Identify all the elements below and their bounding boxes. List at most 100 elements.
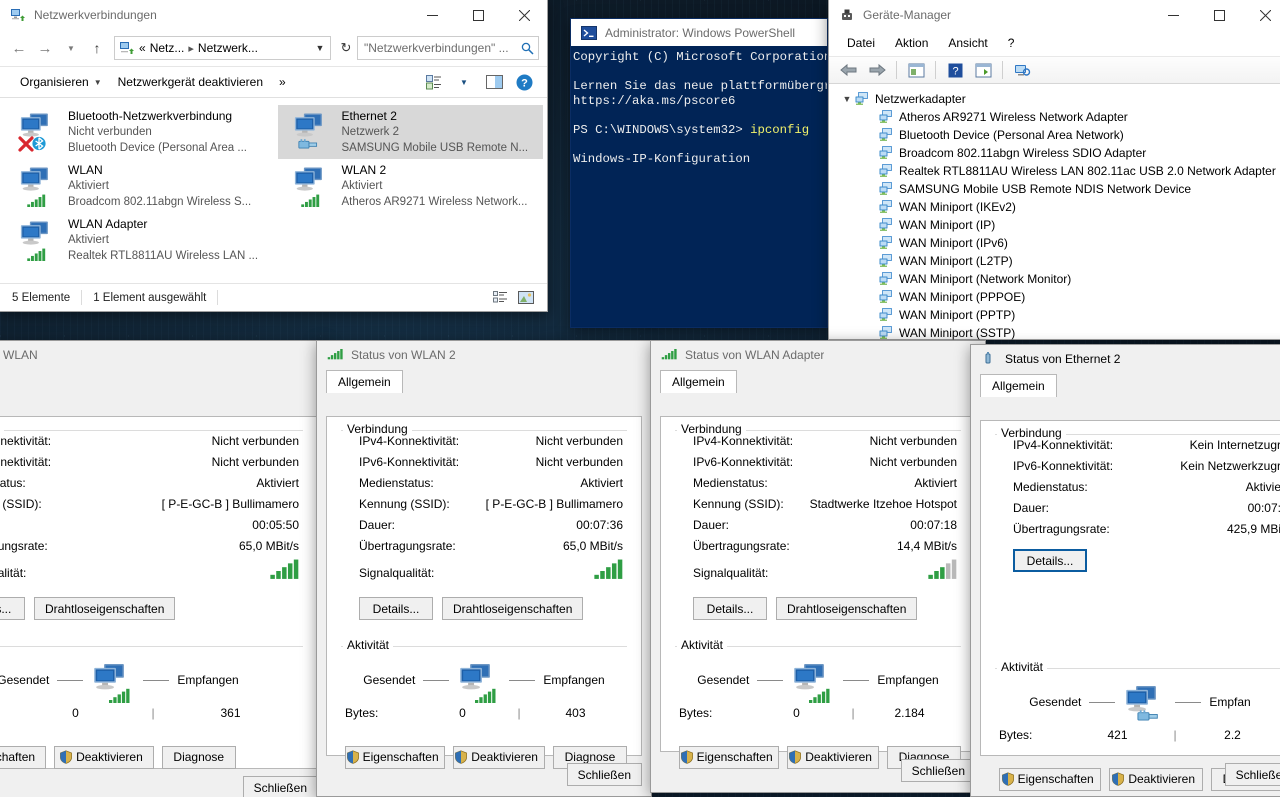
status-dialog-wlan[interactable]: Status von WLAN Allgemein Verbindung IPv…: [0, 340, 328, 797]
device-manager-titlebar[interactable]: Geräte-Manager: [829, 0, 1280, 30]
tab-allgemein[interactable]: Allgemein: [660, 370, 737, 393]
scan-hardware-icon[interactable]: [969, 58, 997, 82]
up-button-icon[interactable]: ↑: [84, 35, 110, 61]
search-icon[interactable]: [516, 42, 538, 55]
dialog-titlebar[interactable]: Status von WLAN Adapter: [651, 341, 985, 369]
view-dropdown-chevron-icon[interactable]: ▼: [449, 70, 479, 94]
powershell-console-output[interactable]: Copyright (C) Microsoft Corporation. Ler…: [571, 46, 827, 327]
powershell-window[interactable]: Administrator: Windows PowerShell Copyri…: [570, 18, 828, 328]
toolbar-overflow-button[interactable]: »: [271, 70, 294, 94]
explorer-navigation-bar[interactable]: ← → ▼ ↑ « Netz... ▸ Netzwerk... ▼ ↻ "Net…: [0, 30, 547, 66]
address-dropdown-icon[interactable]: ▼: [310, 43, 330, 53]
device-tree-item[interactable]: Realtek RTL8811AU Wireless LAN 802.11ac …: [829, 162, 1280, 180]
device-manager-menubar[interactable]: Datei Aktion Ansicht ?: [829, 30, 1280, 56]
powershell-titlebar[interactable]: Administrator: Windows PowerShell: [571, 19, 827, 46]
dialog-titlebar[interactable]: Status von WLAN 2: [317, 341, 651, 369]
search-input[interactable]: "Netzwerkverbindungen" ...: [357, 36, 539, 60]
close-dialog-button[interactable]: Schließen: [900, 759, 976, 782]
status-dialog-wlanadapter[interactable]: Status von WLAN Adapter Allgemein Verbin…: [650, 340, 986, 793]
help-icon[interactable]: ?: [509, 70, 539, 94]
device-tree-item[interactable]: WAN Miniport (PPPOE): [829, 288, 1280, 306]
dialog-tabstrip[interactable]: Allgemein: [317, 369, 651, 393]
device-tree-item[interactable]: WAN Miniport (L2TP): [829, 252, 1280, 270]
dialog-tabstrip[interactable]: Allgemein: [0, 369, 327, 393]
device-tree-item[interactable]: Broadcom 802.11abgn Wireless SDIO Adapte…: [829, 144, 1280, 162]
network-connections-window[interactable]: Netzwerkverbindungen ← → ▼ ↑ « Netz... ▸…: [0, 0, 548, 312]
device-tree-item[interactable]: WAN Miniport (IKEv2): [829, 198, 1280, 216]
breadcrumb-chevrons[interactable]: «: [139, 41, 146, 55]
explorer-titlebar[interactable]: Netzwerkverbindungen: [0, 0, 547, 30]
address-bar[interactable]: « Netz... ▸ Netzwerk... ▼: [114, 36, 331, 60]
close-button[interactable]: [1242, 0, 1280, 30]
close-dialog-button[interactable]: Schließen: [566, 763, 642, 786]
device-tree-item[interactable]: SAMSUNG Mobile USB Remote NDIS Network D…: [829, 180, 1280, 198]
properties-button[interactable]: Eigenschaften: [0, 745, 47, 769]
connection-list-item[interactable]: Bluetooth-Netzwerkverbindung Nicht verbun…: [4, 105, 270, 159]
maximize-button[interactable]: [455, 0, 501, 30]
back-arrow-icon[interactable]: [835, 58, 863, 82]
recent-locations-chevron-icon[interactable]: ▼: [58, 35, 84, 61]
device-tree-item[interactable]: Atheros AR9271 Wireless Network Adapter: [829, 108, 1280, 126]
device-manager-toolbar[interactable]: ?: [829, 56, 1280, 84]
connection-list-item[interactable]: Ethernet 2 Netzwerk 2 SAMSUNG Mobile USB R…: [277, 105, 543, 159]
chevron-down-icon[interactable]: ▼: [839, 94, 855, 104]
back-button-icon[interactable]: ←: [6, 35, 32, 61]
connections-list[interactable]: Bluetooth-Netzwerkverbindung Nicht verbun…: [0, 99, 547, 283]
forward-arrow-icon[interactable]: [863, 58, 891, 82]
minimize-button[interactable]: [409, 0, 455, 30]
device-tree-item[interactable]: WAN Miniport (IPv6): [829, 234, 1280, 252]
dialog-tabstrip[interactable]: Allgemein: [651, 369, 985, 393]
details-view-icon[interactable]: [487, 287, 513, 309]
status-dialog-wlan2[interactable]: Status von WLAN 2 Allgemein Verbindung I…: [316, 340, 652, 797]
row-duration: Dauer: 00:07:18: [675, 515, 961, 536]
wireless-properties-button[interactable]: Drahtloseigenschaften: [776, 597, 918, 620]
close-button[interactable]: [501, 0, 547, 30]
wireless-properties-button[interactable]: Drahtloseigenschaften: [34, 597, 176, 620]
diagnose-button[interactable]: Diagnose: [161, 745, 236, 769]
details-button[interactable]: Details...: [693, 597, 767, 620]
connection-list-item[interactable]: WLAN Adapter Aktiviert Realtek RTL8811AU W…: [4, 213, 270, 267]
device-tree[interactable]: ▼ Netzwerkadapter Atheros AR9271 Wireles…: [829, 84, 1280, 342]
device-tree-root-netzwerkadapter[interactable]: ▼ Netzwerkadapter: [829, 90, 1280, 108]
breadcrumb-item-2[interactable]: Netzwerk...: [198, 41, 258, 55]
dialog-titlebar[interactable]: Status von Ethernet 2: [971, 345, 1280, 373]
details-button[interactable]: Details...: [0, 597, 25, 620]
change-view-icon[interactable]: [419, 70, 449, 94]
wireless-properties-button[interactable]: Drahtloseigenschaften: [442, 597, 584, 620]
help-icon[interactable]: ?: [941, 58, 969, 82]
refresh-icon[interactable]: ↻: [335, 40, 357, 56]
preview-pane-icon[interactable]: [479, 70, 509, 94]
organize-button[interactable]: Organisieren ▼: [12, 70, 110, 94]
device-tree-item[interactable]: WAN Miniport (IP): [829, 216, 1280, 234]
large-icons-view-icon[interactable]: [513, 287, 539, 309]
menu-ansicht[interactable]: Ansicht: [938, 32, 997, 54]
close-dialog-button[interactable]: Schließen: [242, 776, 318, 797]
connection-list-item[interactable]: WLAN Aktiviert Broadcom 802.11abgn Wireles…: [4, 159, 270, 213]
breadcrumb-item-1[interactable]: Netz...: [150, 41, 185, 55]
device-manager-window[interactable]: Geräte-Manager Datei Aktion Ansicht ? ? …: [828, 0, 1280, 340]
dialog-tabstrip[interactable]: Allgemein: [971, 373, 1280, 397]
device-tree-item[interactable]: WAN Miniport (Network Monitor): [829, 270, 1280, 288]
maximize-button[interactable]: [1196, 0, 1242, 30]
menu-aktion[interactable]: Aktion: [885, 32, 938, 54]
disable-button[interactable]: Deaktivieren: [54, 745, 154, 769]
properties-icon[interactable]: [902, 58, 930, 82]
device-tree-item[interactable]: WAN Miniport (PPTP): [829, 306, 1280, 324]
details-button[interactable]: Details...: [1013, 549, 1087, 572]
connection-list-item[interactable]: WLAN 2 Aktiviert Atheros AR9271 Wireless N…: [278, 159, 544, 213]
tab-allgemein[interactable]: Allgemein: [326, 370, 403, 393]
breadcrumb[interactable]: « Netz... ▸ Netzwerk...: [139, 41, 310, 55]
menu-datei[interactable]: Datei: [837, 32, 885, 54]
forward-button-icon[interactable]: →: [32, 35, 58, 61]
device-tree-item[interactable]: Bluetooth Device (Personal Area Network): [829, 126, 1280, 144]
computer-scan-icon[interactable]: [1008, 58, 1036, 82]
details-button[interactable]: Details...: [359, 597, 433, 620]
disable-network-device-button[interactable]: Netzwerkgerät deaktivieren: [110, 70, 271, 94]
menu-help[interactable]: ?: [998, 32, 1025, 54]
tab-allgemein[interactable]: Allgemein: [980, 374, 1057, 397]
explorer-toolbar[interactable]: Organisieren ▼ Netzwerkgerät deaktiviere…: [0, 66, 547, 98]
minimize-button[interactable]: [1150, 0, 1196, 30]
status-dialog-ethernet2[interactable]: Status von Ethernet 2 Allgemein Verbindu…: [970, 344, 1280, 797]
close-dialog-button[interactable]: Schließen: [1224, 763, 1280, 786]
dialog-titlebar[interactable]: Status von WLAN: [0, 341, 327, 369]
